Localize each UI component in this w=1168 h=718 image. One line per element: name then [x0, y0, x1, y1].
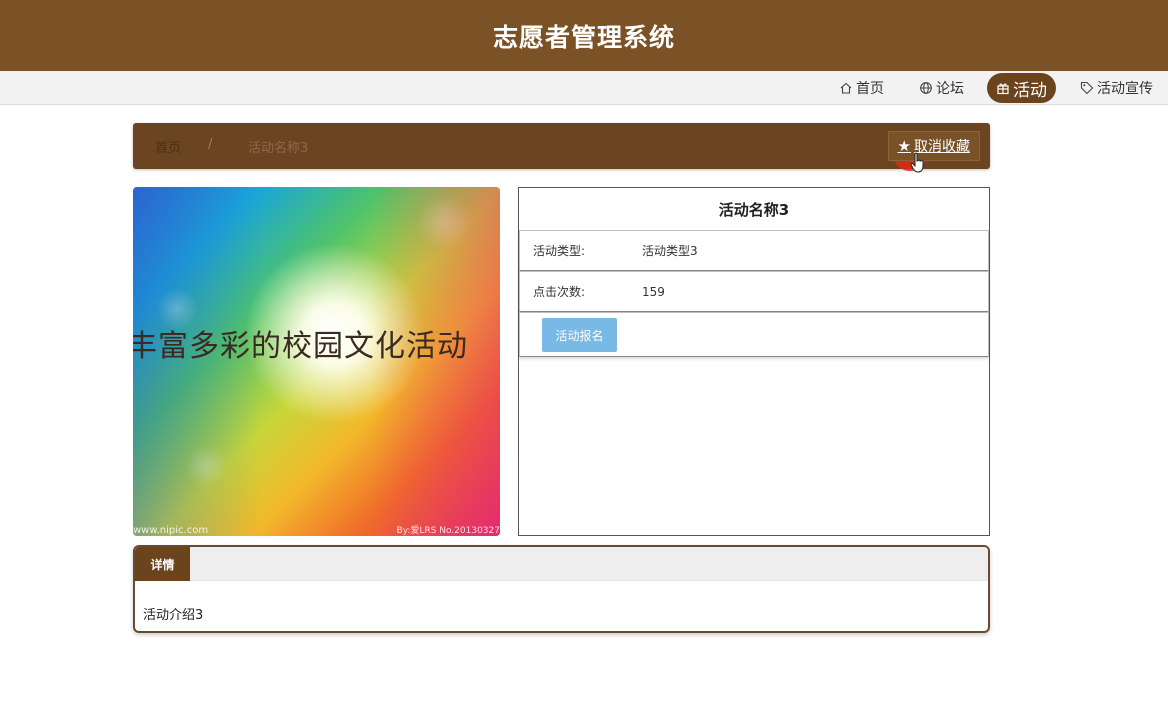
tag-icon [1080, 81, 1094, 95]
detail-tabs: 详情 [135, 547, 988, 581]
unfavorite-button[interactable]: ★ 取消收藏 [887, 131, 980, 161]
app-title: 志愿者管理系统 [492, 22, 675, 52]
nav-item-label: 论坛 [936, 81, 964, 97]
nav-item-label: 活动宣传 [1097, 81, 1153, 97]
activity-title: 活动名称3 [718, 200, 790, 219]
detail-content: 活动介绍3 [143, 608, 204, 623]
info-row-type: 活动类型: 活动类型3 [519, 230, 989, 271]
nav-item-promotion[interactable]: 活动宣传 [1080, 73, 1153, 103]
info-label: 点击次数: [533, 285, 586, 299]
breadcrumb: 首页 / 活动名称3 ★ 取消收藏 [133, 123, 990, 169]
breadcrumb-current: 活动名称3 [248, 141, 309, 156]
activity-info-panel: 活动名称3 活动类型: 活动类型3 点击次数: 159 活动报名 [518, 187, 990, 536]
hand-cursor-icon [910, 152, 924, 173]
activity-image: 丰富多彩的校园文化活动 www.nipic.com By:爱LRS No.201… [133, 187, 500, 536]
signup-button[interactable]: 活动报名 [542, 318, 617, 352]
image-slogan: 丰富多彩的校园文化活动 [133, 329, 468, 364]
info-value: 159 [642, 284, 665, 299]
home-icon [839, 81, 853, 95]
nav-item-home[interactable]: 首页 [839, 73, 884, 103]
info-value: 活动类型3 [642, 244, 698, 258]
breadcrumb-separator: / [208, 137, 213, 152]
image-watermark: www.nipic.com [133, 525, 209, 536]
tab-detail[interactable]: 详情 [135, 547, 190, 581]
gift-icon [996, 81, 1010, 95]
info-row-actions: 活动报名 [519, 312, 989, 357]
nav-item-forum[interactable]: 论坛 [919, 73, 964, 103]
info-row-clicks: 点击次数: 159 [519, 271, 989, 312]
nav-item-label: 活动 [1013, 80, 1047, 101]
star-icon: ★ [897, 137, 911, 155]
main-nav: 首页 论坛 活动 活动宣传 [0, 71, 1168, 105]
detail-panel: 详情 活动介绍3 [133, 545, 990, 633]
nav-item-activity[interactable]: 活动 [987, 73, 1056, 103]
app-header: 志愿者管理系统 [0, 0, 1168, 71]
breadcrumb-home[interactable]: 首页 [155, 137, 181, 156]
nav-item-label: 首页 [856, 81, 884, 97]
info-label: 活动类型: [533, 244, 586, 258]
globe-icon [919, 81, 933, 95]
image-watermark: By:爱LRS No.20130327 [396, 526, 500, 536]
